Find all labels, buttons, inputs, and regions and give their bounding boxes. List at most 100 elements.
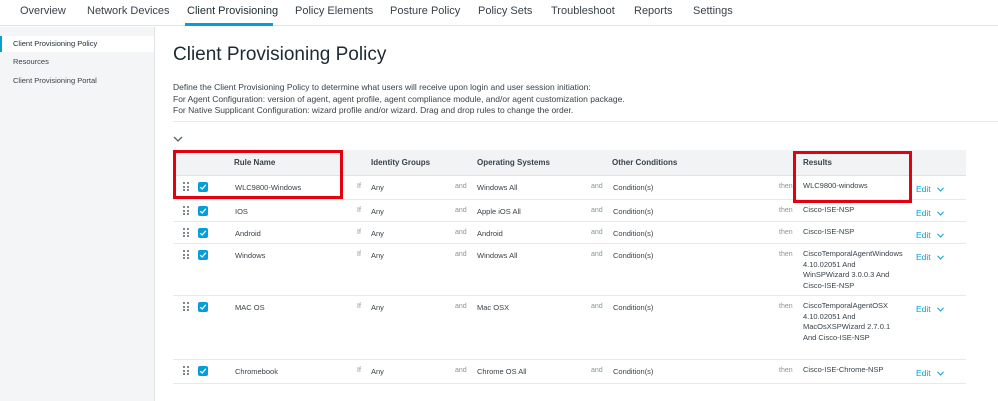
- other-conditions-value[interactable]: Condition(s): [613, 207, 653, 216]
- tab-settings[interactable]: Settings: [693, 5, 733, 17]
- page-title: Client Provisioning Policy: [173, 44, 387, 65]
- rule-enabled-checkbox[interactable]: [198, 366, 208, 376]
- rule-name: Chromebook: [235, 367, 278, 376]
- drag-handle-icon[interactable]: [183, 228, 189, 237]
- operating-system-value[interactable]: Android: [477, 229, 503, 238]
- edit-button[interactable]: Edit: [916, 184, 931, 194]
- checkmark-icon: [199, 184, 207, 190]
- keyword-and: and: [591, 251, 603, 258]
- result-value[interactable]: Cisco-ISE-Chrome-NSP: [803, 365, 901, 376]
- table-row[interactable]: WLC9800-Windows If Any and Windows All and Con…: [173, 176, 966, 200]
- column-header-rule-name: Rule Name: [234, 158, 276, 167]
- table-row[interactable]: Chromebook If Any and Chrome OS All and Condit…: [173, 360, 966, 384]
- operating-system-value[interactable]: Mac OSX: [477, 303, 509, 312]
- keyword-if: If: [357, 207, 361, 214]
- top-navigation: Overview Network Devices Client Provisio…: [0, 0, 998, 26]
- result-value[interactable]: WLC9800-windows: [803, 181, 901, 192]
- column-header-results: Results: [803, 158, 832, 167]
- other-conditions-value[interactable]: Condition(s): [613, 303, 653, 312]
- operating-system-value[interactable]: Apple iOS All: [477, 207, 521, 216]
- keyword-then: then: [779, 303, 793, 310]
- table-row[interactable]: Windows If Any and Windows All and Condition(s…: [173, 244, 966, 296]
- table-row[interactable]: MAC OS If Any and Mac OSX and Condition(s) then…: [173, 296, 966, 360]
- operating-system-value[interactable]: Windows All: [477, 183, 517, 192]
- active-tab-indicator: [185, 23, 273, 26]
- checkmark-icon: [199, 252, 207, 258]
- chevron-down-icon[interactable]: [173, 135, 183, 143]
- operating-system-value[interactable]: Windows All: [477, 251, 517, 260]
- page-description-line: For Agent Configuration: version of agen…: [173, 94, 625, 104]
- sidebar-item-resources[interactable]: Resources: [0, 54, 154, 70]
- chevron-down-icon[interactable]: [937, 307, 944, 312]
- edit-button[interactable]: Edit: [916, 368, 931, 378]
- keyword-if: If: [357, 229, 361, 236]
- edit-button[interactable]: Edit: [916, 304, 931, 314]
- chevron-down-icon[interactable]: [937, 233, 944, 238]
- chevron-down-icon[interactable]: [937, 371, 944, 376]
- checkmark-icon: [199, 230, 207, 236]
- keyword-and: and: [591, 207, 603, 214]
- rule-name: Windows: [235, 251, 266, 260]
- drag-handle-icon[interactable]: [183, 250, 189, 259]
- identity-group-value[interactable]: Any: [371, 229, 384, 238]
- tab-network-devices[interactable]: Network Devices: [87, 5, 170, 17]
- table-header: Rule Name Identity Groups Operating Syst…: [173, 150, 966, 176]
- keyword-if: If: [357, 251, 361, 258]
- tab-troubleshoot[interactable]: Troubleshoot: [551, 5, 615, 17]
- drag-handle-icon[interactable]: [183, 182, 189, 191]
- tab-overview[interactable]: Overview: [20, 5, 66, 17]
- chevron-down-icon[interactable]: [937, 211, 944, 216]
- table-row[interactable]: IOS If Any and Apple iOS All and Condition(s) t…: [173, 200, 966, 222]
- result-value[interactable]: Cisco-ISE-NSP: [803, 205, 901, 216]
- drag-handle-icon[interactable]: [183, 206, 189, 215]
- rule-enabled-checkbox[interactable]: [198, 250, 208, 260]
- identity-group-value[interactable]: Any: [371, 183, 384, 192]
- identity-group-value[interactable]: Any: [371, 207, 384, 216]
- rule-enabled-checkbox[interactable]: [198, 228, 208, 238]
- identity-group-value[interactable]: Any: [371, 251, 384, 260]
- keyword-and: and: [455, 367, 467, 374]
- table-row[interactable]: Android If Any and Android and Condition(s) the…: [173, 222, 966, 244]
- drag-handle-icon[interactable]: [183, 302, 189, 311]
- sidebar-item-client-provisioning-portal[interactable]: Client Provisioning Portal: [0, 73, 154, 89]
- column-header-identity-groups: Identity Groups: [371, 158, 431, 167]
- checkmark-icon: [199, 368, 207, 374]
- rule-enabled-checkbox[interactable]: [198, 206, 208, 216]
- column-header-other-conditions: Other Conditions: [612, 158, 678, 167]
- identity-group-value[interactable]: Any: [371, 303, 384, 312]
- rule-enabled-checkbox[interactable]: [198, 302, 208, 312]
- tab-client-provisioning[interactable]: Client Provisioning: [187, 5, 278, 17]
- rule-name: MAC OS: [235, 303, 265, 312]
- tab-reports[interactable]: Reports: [634, 5, 673, 17]
- tab-posture-policy[interactable]: Posture Policy: [390, 5, 460, 17]
- other-conditions-value[interactable]: Condition(s): [613, 229, 653, 238]
- edit-button[interactable]: Edit: [916, 230, 931, 240]
- keyword-and: and: [455, 251, 467, 258]
- rule-name: IOS: [235, 207, 248, 216]
- chevron-down-icon[interactable]: [937, 255, 944, 260]
- other-conditions-value[interactable]: Condition(s): [613, 251, 653, 260]
- sidebar-item-client-provisioning-policy[interactable]: Client Provisioning Policy: [0, 36, 154, 52]
- result-value[interactable]: CiscoTemporalAgentWindows 4.10.02051 And…: [803, 249, 903, 291]
- other-conditions-value[interactable]: Condition(s): [613, 367, 653, 376]
- keyword-if: If: [357, 303, 361, 310]
- keyword-and: and: [591, 183, 603, 190]
- operating-system-value[interactable]: Chrome OS All: [477, 367, 527, 376]
- rule-name: WLC9800-Windows: [235, 183, 302, 192]
- edit-button[interactable]: Edit: [916, 208, 931, 218]
- edit-button[interactable]: Edit: [916, 252, 931, 262]
- keyword-if: If: [357, 367, 361, 374]
- tab-policy-sets[interactable]: Policy Sets: [478, 5, 532, 17]
- chevron-down-icon[interactable]: [937, 187, 944, 192]
- keyword-if: If: [357, 183, 361, 190]
- other-conditions-value[interactable]: Condition(s): [613, 183, 653, 192]
- identity-group-value[interactable]: Any: [371, 367, 384, 376]
- tab-policy-elements[interactable]: Policy Elements: [295, 5, 373, 17]
- drag-handle-icon[interactable]: [183, 366, 189, 375]
- rule-enabled-checkbox[interactable]: [198, 182, 208, 192]
- result-value[interactable]: CiscoTemporalAgentOSX 4.10.02051 And Mac…: [803, 301, 901, 343]
- divider: [173, 121, 998, 122]
- result-value[interactable]: Cisco-ISE-NSP: [803, 227, 901, 238]
- keyword-and: and: [455, 229, 467, 236]
- keyword-then: then: [779, 207, 793, 214]
